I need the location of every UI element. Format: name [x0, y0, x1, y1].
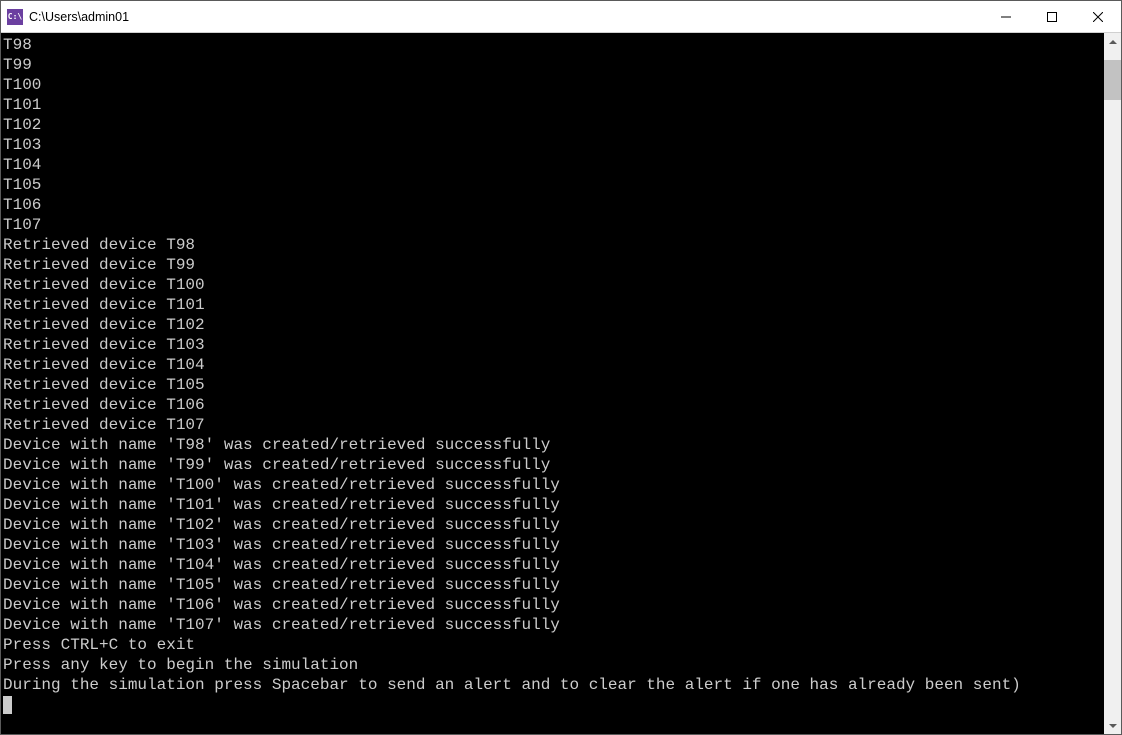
console-line: Retrieved device T102	[3, 315, 1104, 335]
cursor-icon	[3, 696, 12, 714]
console-line: T100	[3, 75, 1104, 95]
console-line: Device with name 'T106' was created/retr…	[3, 595, 1104, 615]
chevron-up-icon	[1109, 40, 1117, 44]
console-line: T103	[3, 135, 1104, 155]
scrollbar-track[interactable]	[1104, 50, 1121, 717]
console-line: T106	[3, 195, 1104, 215]
console-line: Device with name 'T104' was created/retr…	[3, 555, 1104, 575]
client-area: T98T99T100T101T102T103T104T105T106T107Re…	[1, 33, 1121, 734]
console-line: Retrieved device T103	[3, 335, 1104, 355]
console-line: Device with name 'T101' was created/retr…	[3, 495, 1104, 515]
close-button[interactable]	[1075, 1, 1121, 32]
console-window: C:\ C:\Users\admin01 T98T99T	[0, 0, 1122, 735]
titlebar[interactable]: C:\ C:\Users\admin01	[1, 1, 1121, 33]
console-line: Retrieved device T104	[3, 355, 1104, 375]
scrollbar-thumb[interactable]	[1104, 60, 1121, 100]
console-line: During the simulation press Spacebar to …	[3, 675, 1104, 695]
scrollbar-down-button[interactable]	[1104, 717, 1121, 734]
console-line: Device with name 'T98' was created/retri…	[3, 435, 1104, 455]
console-line: Retrieved device T107	[3, 415, 1104, 435]
console-line: T101	[3, 95, 1104, 115]
minimize-icon	[1001, 12, 1011, 22]
console-line: Device with name 'T107' was created/retr…	[3, 615, 1104, 635]
console-line: T102	[3, 115, 1104, 135]
console-line: T99	[3, 55, 1104, 75]
chevron-down-icon	[1109, 724, 1117, 728]
window-title: C:\Users\admin01	[29, 10, 129, 24]
console-line: Device with name 'T100' was created/retr…	[3, 475, 1104, 495]
scrollbar-up-button[interactable]	[1104, 33, 1121, 50]
console-line: Press CTRL+C to exit	[3, 635, 1104, 655]
console-line: Device with name 'T102' was created/retr…	[3, 515, 1104, 535]
console-cursor-line	[3, 695, 1104, 715]
console-line: Retrieved device T99	[3, 255, 1104, 275]
app-icon: C:\	[7, 9, 23, 25]
console-line: T104	[3, 155, 1104, 175]
close-icon	[1093, 12, 1103, 22]
console-line: Retrieved device T100	[3, 275, 1104, 295]
console-line: Device with name 'T99' was created/retri…	[3, 455, 1104, 475]
title-left: C:\ C:\Users\admin01	[7, 9, 129, 25]
console-line: Retrieved device T98	[3, 235, 1104, 255]
console-line: T107	[3, 215, 1104, 235]
console-line: Retrieved device T106	[3, 395, 1104, 415]
minimize-button[interactable]	[983, 1, 1029, 32]
console-line: T98	[3, 35, 1104, 55]
console-line: Press any key to begin the simulation	[3, 655, 1104, 675]
maximize-icon	[1047, 12, 1057, 22]
console-line: Retrieved device T105	[3, 375, 1104, 395]
vertical-scrollbar[interactable]	[1104, 33, 1121, 734]
console-line: Device with name 'T105' was created/retr…	[3, 575, 1104, 595]
console-line: Retrieved device T101	[3, 295, 1104, 315]
maximize-button[interactable]	[1029, 1, 1075, 32]
window-controls	[983, 1, 1121, 32]
console-line: T105	[3, 175, 1104, 195]
console-line: Device with name 'T103' was created/retr…	[3, 535, 1104, 555]
console-output[interactable]: T98T99T100T101T102T103T104T105T106T107Re…	[1, 33, 1104, 734]
